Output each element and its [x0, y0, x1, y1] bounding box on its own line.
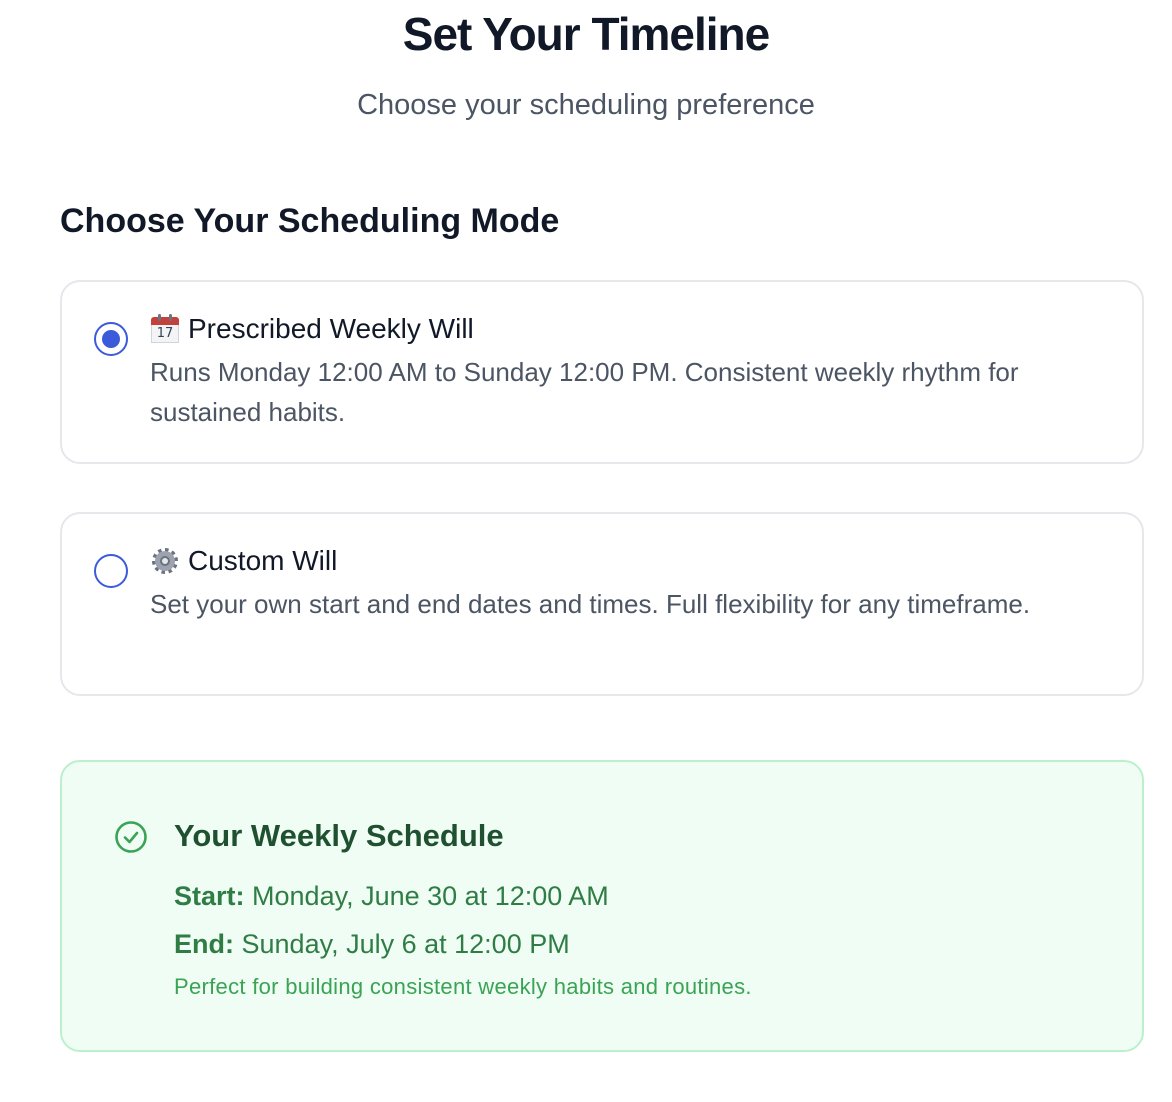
start-value: Monday, June 30 at 12:00 AM [252, 881, 609, 911]
end-label: End: [174, 929, 234, 959]
option-title-row: Custom Will [150, 542, 337, 580]
option-title: Custom Will [188, 545, 338, 576]
page-subtitle: Choose your scheduling preference [357, 89, 815, 121]
schedule-end: End: Sunday, July 6 at 12:00 PM [174, 926, 570, 962]
timeline-page: Set Your Timeline Choose your scheduling… [0, 0, 1172, 1102]
option-title: Prescribed Weekly Will [188, 313, 474, 344]
start-label: Start: [174, 881, 245, 911]
schedule-title: Your Weekly Schedule [174, 818, 504, 853]
option-description: Set your own start and end dates and tim… [150, 589, 1031, 619]
option-title-row: 17 Prescribed Weekly Will [150, 310, 474, 348]
calendar-day: 17 [151, 325, 179, 343]
check-circle-icon [115, 821, 147, 853]
gear-icon [150, 546, 180, 576]
option-description: Runs Monday 12:00 AM to Sunday 12:00 PM.… [150, 357, 1019, 427]
calendar-icon: 17 [150, 314, 180, 344]
option-card-custom[interactable]: Custom Will Set your own start and end d… [60, 512, 1144, 696]
page-title: Set Your Timeline [402, 8, 770, 60]
option-card-prescribed-weekly[interactable]: 17 Prescribed Weekly Will Runs Monday 12… [60, 280, 1144, 464]
radio-custom[interactable] [94, 554, 128, 588]
weekly-schedule-summary: Your Weekly Schedule Start: Monday, June… [60, 760, 1144, 1052]
schedule-note: Perfect for building consistent weekly h… [174, 974, 752, 999]
radio-prescribed-weekly[interactable] [94, 322, 128, 356]
section-title: Choose Your Scheduling Mode [60, 202, 560, 240]
schedule-start: Start: Monday, June 30 at 12:00 AM [174, 878, 609, 914]
end-value: Sunday, July 6 at 12:00 PM [241, 929, 570, 959]
